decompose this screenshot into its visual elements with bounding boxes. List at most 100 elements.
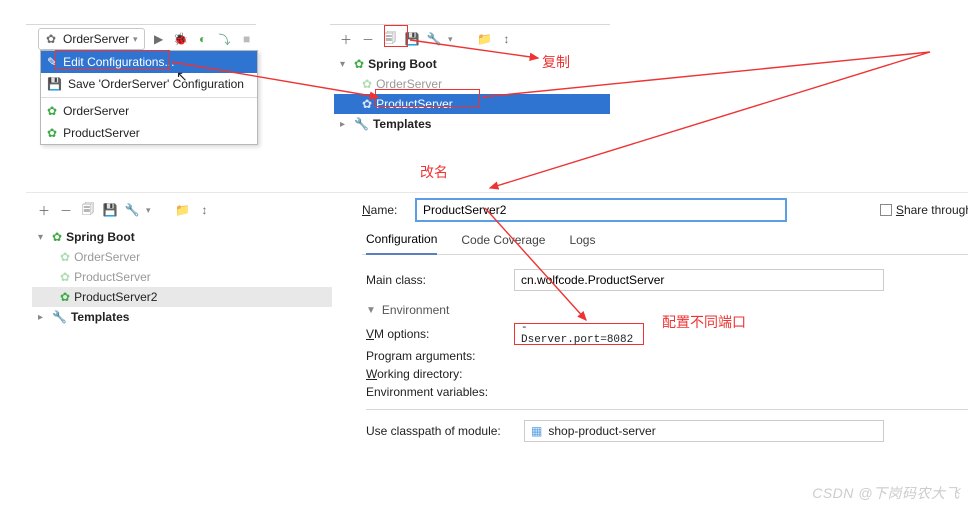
tab-code-coverage[interactable]: Code Coverage (461, 225, 545, 255)
main-class-input[interactable] (514, 269, 884, 291)
vm-options-label: VM options: (366, 327, 506, 341)
tree-item-label: ProductServer2 (74, 290, 157, 304)
save-configuration-item[interactable]: 💾 Save 'OrderServer' Configuration (41, 73, 257, 95)
edit-configurations-label: Edit Configurations... (63, 55, 174, 69)
folder-icon[interactable]: 📁 (477, 31, 493, 47)
tree-item-label: ProductServer (74, 270, 151, 284)
tree-item-label: OrderServer (74, 250, 140, 264)
chevron-down-icon: ▾ (38, 232, 48, 243)
config-tree-toolbar-a: ＋ － 🗐 💾 🔧 ▾ 📁 ↕ (334, 26, 604, 52)
remove-icon[interactable]: － (58, 202, 74, 218)
debug-icon[interactable]: 🐞 (173, 31, 189, 47)
dropdown-item-orderserver[interactable]: ✿ OrderServer (41, 100, 257, 122)
tree-item-orderserver[interactable]: ✿ OrderServer (32, 247, 338, 267)
tree-node-spring-boot[interactable]: ▾ ✿ Spring Boot (334, 54, 610, 74)
tree-node-spring-boot[interactable]: ▾ ✿ Spring Boot (32, 227, 338, 247)
attach-icon[interactable]: ⤵ (217, 31, 233, 47)
save-configuration-label: Save 'OrderServer' Configuration (68, 77, 244, 91)
wrench-icon[interactable]: 🔧 (124, 202, 140, 218)
chevron-down-icon: ▼ (366, 305, 376, 316)
classpath-label: Use classpath of module: (366, 424, 516, 438)
tree-item-label: OrderServer (376, 77, 442, 91)
spring-leaf-icon: ✿ (362, 97, 372, 111)
detail-tabs: Configuration Code Coverage Logs (362, 225, 968, 255)
spring-leaf-icon: ✿ (362, 77, 372, 91)
add-icon[interactable]: ＋ (338, 31, 354, 47)
cursor-icon: ↖ (176, 68, 188, 85)
config-tree-toolbar-b: ＋ － 🗐 💾 🔧 ▾ 📁 ↕ (32, 197, 338, 223)
tree-label: Templates (373, 117, 431, 131)
name-input[interactable] (416, 199, 786, 221)
dropdown-item-productserver[interactable]: ✿ ProductServer (41, 122, 257, 144)
tree-label: Templates (71, 310, 129, 324)
spring-leaf-icon: ✿ (60, 250, 70, 264)
save-icon: 💾 (47, 77, 62, 91)
dropdown-item-label: OrderServer (63, 104, 129, 118)
tree-item-orderserver[interactable]: ✿ OrderServer (334, 74, 610, 94)
sort-icon[interactable]: ↕ (197, 202, 213, 218)
classpath-module-combo[interactable]: ▦ shop-product-server (524, 420, 884, 442)
copy-icon[interactable]: 🗐 (80, 202, 96, 218)
spring-leaf-icon: ✿ (354, 57, 364, 71)
spring-leaf-icon: ✿ (47, 104, 57, 118)
chevron-right-icon: ▸ (38, 312, 48, 323)
spring-leaf-icon: ✿ (47, 126, 57, 140)
edit-icon: ✎ (47, 55, 57, 69)
wrench-icon: 🔧 (52, 310, 67, 324)
coverage-icon[interactable]: ◐ (195, 31, 211, 47)
remove-icon[interactable]: － (360, 31, 376, 47)
chevron-down-icon: ▾ (133, 34, 138, 45)
tree-item-productserver[interactable]: ✿ ProductServer (334, 94, 610, 114)
save-icon[interactable]: 💾 (102, 202, 118, 218)
run-toolbar: ✿ OrderServer ▾ ▶ 🐞 ◐ ⤵ ■ (34, 26, 264, 52)
run-config-dropdown: ✎ Edit Configurations... 💾 Save 'OrderSe… (40, 50, 258, 145)
spring-leaf-icon: ✿ (43, 31, 59, 47)
run-config-combo[interactable]: ✿ OrderServer ▾ (38, 28, 145, 50)
config-detail-panel: Name: Share through Configuration Code C… (362, 195, 968, 446)
classpath-module-value: shop-product-server (548, 424, 655, 438)
tree-node-templates[interactable]: ▸ 🔧 Templates (32, 307, 338, 327)
folder-icon[interactable]: 📁 (175, 202, 191, 218)
chevron-down-icon: ▾ (340, 59, 350, 70)
chevron-right-icon: ▸ (340, 119, 350, 130)
add-icon[interactable]: ＋ (36, 202, 52, 218)
dropdown-item-label: ProductServer (63, 126, 140, 140)
config-tree-a: ▾ ✿ Spring Boot ✿ OrderServer ✿ ProductS… (334, 50, 610, 138)
environment-section[interactable]: ▼ Environment (366, 303, 968, 317)
vm-options-input[interactable]: -Dserver.port=8082 (514, 323, 644, 345)
tab-configuration[interactable]: Configuration (366, 225, 437, 255)
name-label: Name: (362, 203, 408, 217)
annotation-rename: 改名 (420, 162, 448, 182)
wrench-icon[interactable]: 🔧 (426, 31, 442, 47)
run-config-label: OrderServer (63, 32, 129, 46)
save-icon[interactable]: 💾 (404, 31, 420, 47)
main-class-label: Main class: (366, 273, 506, 287)
sort-icon[interactable]: ↕ (499, 31, 515, 47)
chevron-down-icon: ▾ (448, 34, 453, 45)
edit-configurations-item[interactable]: ✎ Edit Configurations... (41, 51, 257, 73)
spring-leaf-icon: ✿ (60, 270, 70, 284)
tree-item-productserver[interactable]: ✿ ProductServer (32, 267, 338, 287)
tree-item-productserver2[interactable]: ✿ ProductServer2 (32, 287, 332, 307)
wrench-icon: 🔧 (354, 117, 369, 131)
environment-label: Environment (382, 303, 449, 317)
tree-item-label: ProductServer (376, 97, 453, 111)
watermark: CSDN @下岗码农大飞 (812, 483, 960, 503)
spring-leaf-icon: ✿ (52, 230, 62, 244)
stop-icon[interactable]: ■ (239, 31, 255, 47)
tree-label: Spring Boot (66, 230, 135, 244)
tree-label: Spring Boot (368, 57, 437, 71)
copy-icon[interactable]: 🗐 (382, 31, 398, 47)
module-icon: ▦ (531, 424, 542, 438)
tab-logs[interactable]: Logs (569, 225, 595, 255)
working-dir-label: Working directory: (366, 367, 506, 381)
config-tree-panel-b: ＋ － 🗐 💾 🔧 ▾ 📁 ↕ ▾ ✿ Spring Boot ✿ OrderS… (32, 197, 338, 331)
run-icon[interactable]: ▶ (151, 31, 167, 47)
run-config-dialog: ＋ － 🗐 💾 🔧 ▾ 📁 ↕ ▾ ✿ Spring Boot ✿ OrderS… (26, 192, 968, 502)
tree-node-templates[interactable]: ▸ 🔧 Templates (334, 114, 610, 134)
env-vars-label: Environment variables: (366, 385, 506, 399)
share-checkbox[interactable]: Share through (880, 203, 968, 217)
spring-leaf-icon: ✿ (60, 290, 70, 304)
chevron-down-icon: ▾ (146, 205, 151, 216)
program-args-label: Program arguments: (366, 349, 506, 363)
